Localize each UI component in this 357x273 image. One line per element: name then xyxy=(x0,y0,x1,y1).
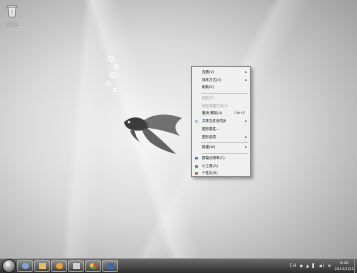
submenu-arrow-icon: ▸ xyxy=(245,77,247,82)
word-icon xyxy=(107,263,114,269)
app-icon xyxy=(73,263,80,269)
menu-item-paste-shortcut: 粘贴快捷方式(S) xyxy=(202,103,228,108)
taskbar-word-button[interactable] xyxy=(102,260,118,272)
bubble xyxy=(110,72,116,78)
menu-item-undo-delete[interactable]: 撤消 删除(U) Ctrl+Z xyxy=(192,110,250,118)
bubble xyxy=(113,88,117,92)
menu-item-refresh[interactable]: 刷新(E) xyxy=(192,84,250,92)
menu-separator xyxy=(201,93,248,95)
recycle-bin-label: 回收站 xyxy=(6,22,18,27)
menu-item-new[interactable]: 新建(W) ▸ xyxy=(192,144,250,152)
taskbar: CH ◆ ▲ ▌ ◀) ⊕ 9:45 2013/1/21 xyxy=(0,258,357,273)
taskbar-explorer-button[interactable] xyxy=(34,260,50,272)
display-icon xyxy=(195,157,198,160)
recycle-bin-icon xyxy=(6,5,18,18)
start-button[interactable] xyxy=(2,259,16,273)
menu-item-shared-folder-sync[interactable]: 共享文件夹同步 ▸ xyxy=(192,118,250,126)
menu-item-screen-resolution[interactable]: 屏幕分辨率(C) xyxy=(192,155,250,163)
submenu-arrow-icon: ▸ xyxy=(245,70,247,74)
gadget-icon xyxy=(195,164,198,168)
notification-area[interactable]: CH ◆ ▲ ▌ ◀) ⊕ xyxy=(290,263,332,268)
sync-icon xyxy=(195,120,198,123)
submenu-arrow-icon: ▸ xyxy=(245,145,247,150)
desktop-context-menu: 查看(V) ▸ 排序方式(O) ▸ 刷新(E) 粘贴(P) 粘贴快捷方式(S) 撤消… xyxy=(191,66,251,177)
menu-item-graphics-properties[interactable]: 图形属性... xyxy=(192,126,250,134)
menu-item-view[interactable]: 查看(V) ▸ xyxy=(192,69,250,77)
bubble xyxy=(114,64,119,69)
betta-fish-icon xyxy=(124,114,182,154)
bubble xyxy=(106,81,111,86)
menu-item-gadgets[interactable]: 小工具(G) xyxy=(192,163,250,171)
menu-item-personalize[interactable]: 个性化(R) xyxy=(192,170,250,178)
explorer-icon xyxy=(39,263,46,269)
submenu-arrow-icon: ▸ xyxy=(245,134,247,139)
clock[interactable]: 9:45 2013/1/21 xyxy=(335,260,354,271)
taskbar-ie-button[interactable] xyxy=(17,260,33,272)
bubble xyxy=(108,56,114,62)
chrome-icon xyxy=(90,263,97,269)
menu-item-paste: 粘贴(P) xyxy=(202,96,214,101)
clock-date: 2013/1/21 xyxy=(334,265,354,271)
taskbar-app-button[interactable] xyxy=(68,260,84,272)
menu-separator xyxy=(201,142,248,144)
media-player-icon xyxy=(56,263,63,269)
taskbar-media-player-button[interactable] xyxy=(51,260,67,272)
submenu-arrow-icon: ▸ xyxy=(245,119,247,124)
ie-icon xyxy=(22,263,29,269)
menu-item-graphics-options[interactable]: 图形选项 ▸ xyxy=(192,134,250,142)
taskbar-chrome-button[interactable] xyxy=(85,260,101,272)
personalize-icon xyxy=(195,172,198,175)
recycle-bin[interactable]: 回收站 xyxy=(3,3,21,28)
menu-separator xyxy=(201,152,248,154)
menu-item-sort-by[interactable]: 排序方式(O) ▸ xyxy=(192,77,250,85)
